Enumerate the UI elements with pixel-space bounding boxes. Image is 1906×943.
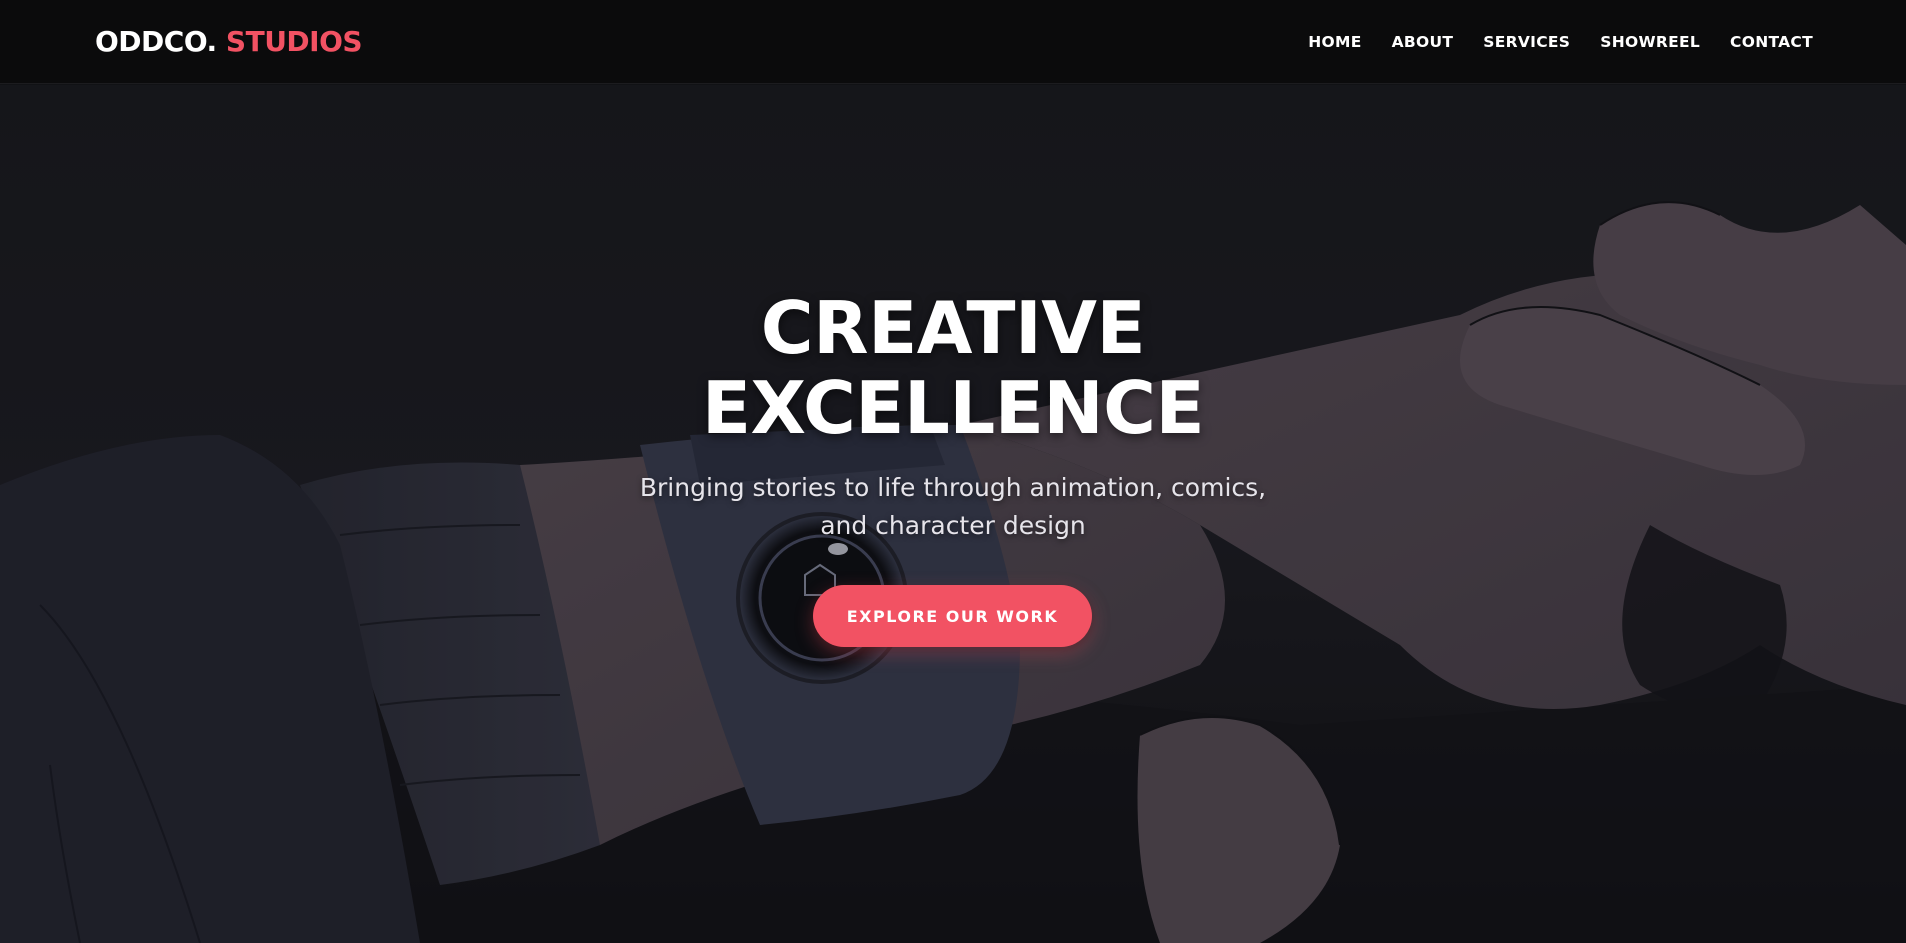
hero-section: CREATIVE EXCELLENCE Bringing stories to …	[0, 85, 1906, 943]
nav-link-showreel[interactable]: SHOWREEL	[1600, 33, 1700, 51]
hero-title: CREATIVE EXCELLENCE	[0, 288, 1906, 448]
nav-link-contact[interactable]: CONTACT	[1730, 33, 1813, 51]
hero-title-line-1: CREATIVE	[760, 286, 1146, 370]
hero-content: CREATIVE EXCELLENCE Bringing stories to …	[0, 85, 1906, 943]
nav-link-about[interactable]: ABOUT	[1392, 33, 1454, 51]
logo-primary-text: ODDCO.	[95, 25, 217, 58]
site-logo[interactable]: ODDCO. STUDIOS	[95, 25, 363, 58]
nav-link-home[interactable]: HOME	[1308, 33, 1361, 51]
hero-title-line-2: EXCELLENCE	[701, 366, 1205, 450]
nav-link-services[interactable]: SERVICES	[1483, 33, 1570, 51]
page: ODDCO. STUDIOS HOME ABOUT SERVICES SHOWR…	[0, 0, 1906, 943]
site-header: ODDCO. STUDIOS HOME ABOUT SERVICES SHOWR…	[0, 0, 1906, 84]
logo-accent-text: STUDIOS	[225, 25, 363, 58]
main-nav: HOME ABOUT SERVICES SHOWREEL CONTACT	[1308, 33, 1813, 51]
explore-our-work-button[interactable]: EXPLORE OUR WORK	[813, 585, 1092, 647]
hero-subtitle: Bringing stories to life through animati…	[639, 473, 1267, 540]
